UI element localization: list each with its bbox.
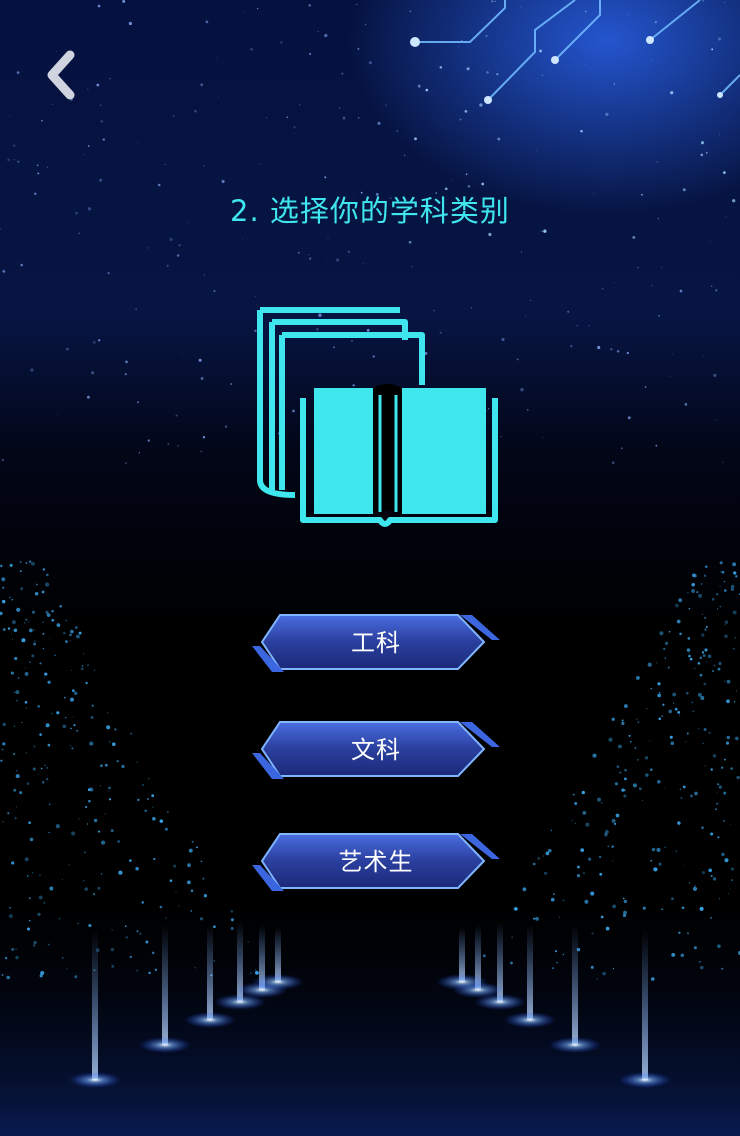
space-background [0, 0, 740, 1136]
option-label: 艺术生 [338, 847, 414, 876]
option-button-humanities[interactable]: 文科 [250, 719, 502, 783]
option-label: 文科 [351, 735, 401, 764]
back-button[interactable] [30, 45, 90, 105]
books-icon [257, 307, 498, 527]
option-button-engineering[interactable]: 工科 [250, 612, 502, 676]
page-title: 2. 选择你的学科类别 [230, 194, 510, 228]
chevron-left-icon [47, 50, 75, 100]
option-button-arts[interactable]: 艺术生 [250, 831, 502, 895]
option-label: 工科 [351, 628, 401, 657]
